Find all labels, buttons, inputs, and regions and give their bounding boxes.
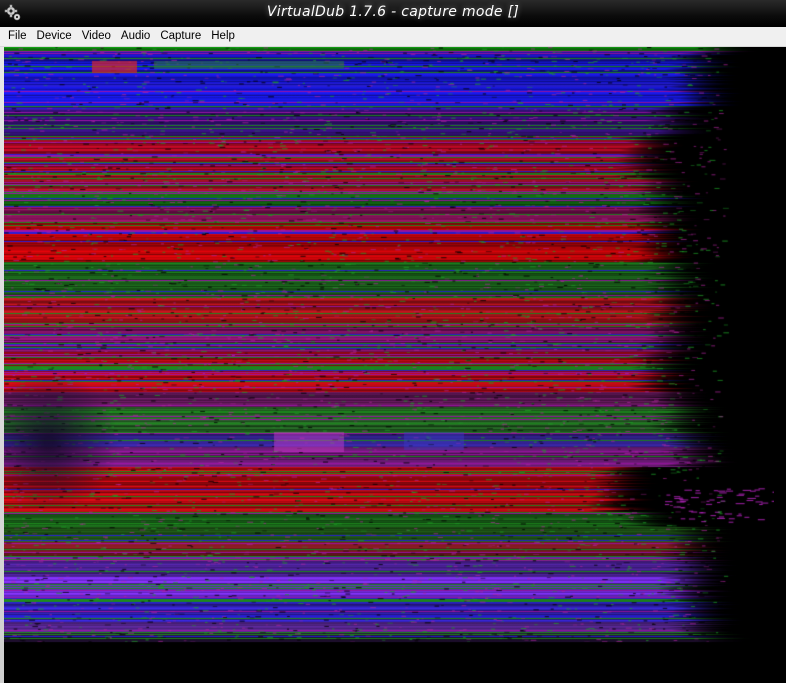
menu-bar: File Device Video Audio Capture Help — [0, 27, 786, 47]
menu-device[interactable]: Device — [32, 27, 77, 46]
menu-video[interactable]: Video — [77, 27, 116, 46]
capture-client-area — [0, 47, 786, 683]
virtualdub-window: VirtualDub 1.7.6 - capture mode [] File … — [0, 0, 786, 683]
menu-help[interactable]: Help — [206, 27, 240, 46]
video-preview[interactable] — [4, 47, 774, 683]
menu-file[interactable]: File — [0, 27, 32, 46]
menu-capture[interactable]: Capture — [155, 27, 206, 46]
menu-audio[interactable]: Audio — [116, 27, 155, 46]
title-bar[interactable]: VirtualDub 1.7.6 - capture mode [] — [0, 0, 786, 27]
window-title: VirtualDub 1.7.6 - capture mode [] — [266, 4, 520, 20]
